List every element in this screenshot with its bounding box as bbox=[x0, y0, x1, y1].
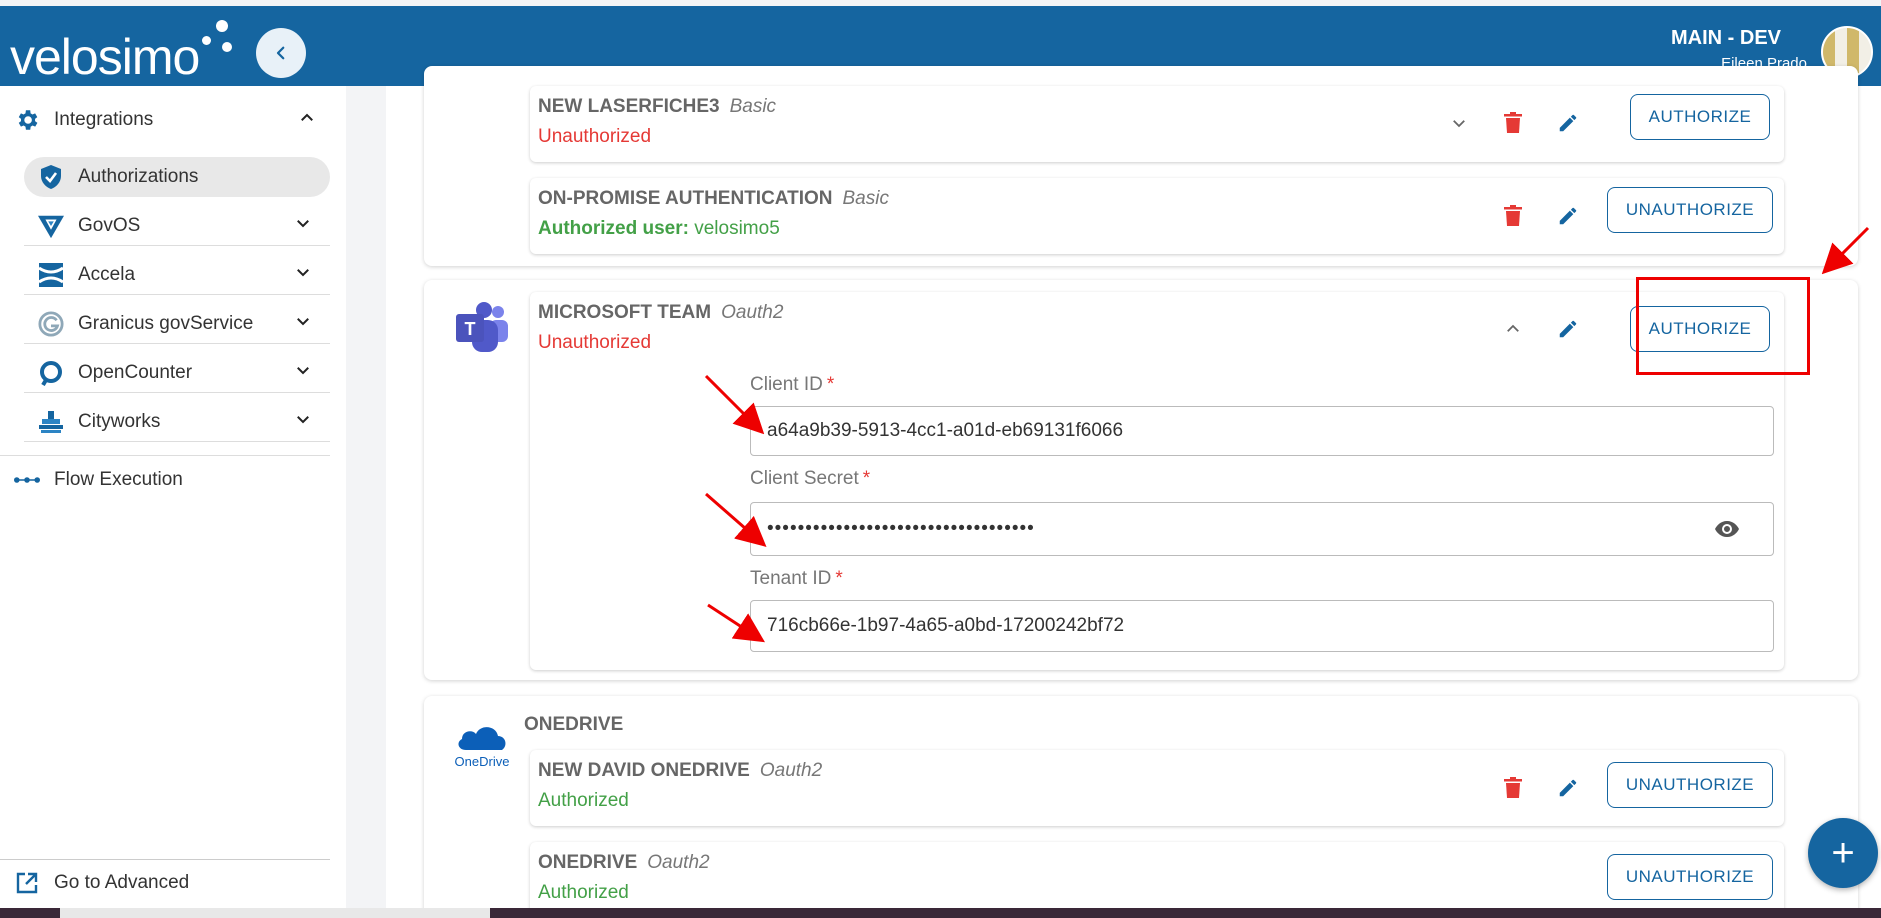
annotation-arrow bbox=[1821, 226, 1870, 275]
os-taskbar bbox=[0, 908, 1881, 918]
add-integration-button[interactable]: + bbox=[1808, 818, 1878, 888]
taskbar-search[interactable] bbox=[60, 908, 490, 918]
annotation-arrow bbox=[707, 603, 766, 643]
annotation-arrow bbox=[705, 492, 767, 547]
annotation-arrows bbox=[704, 226, 1870, 643]
annotation-arrow bbox=[704, 374, 765, 435]
